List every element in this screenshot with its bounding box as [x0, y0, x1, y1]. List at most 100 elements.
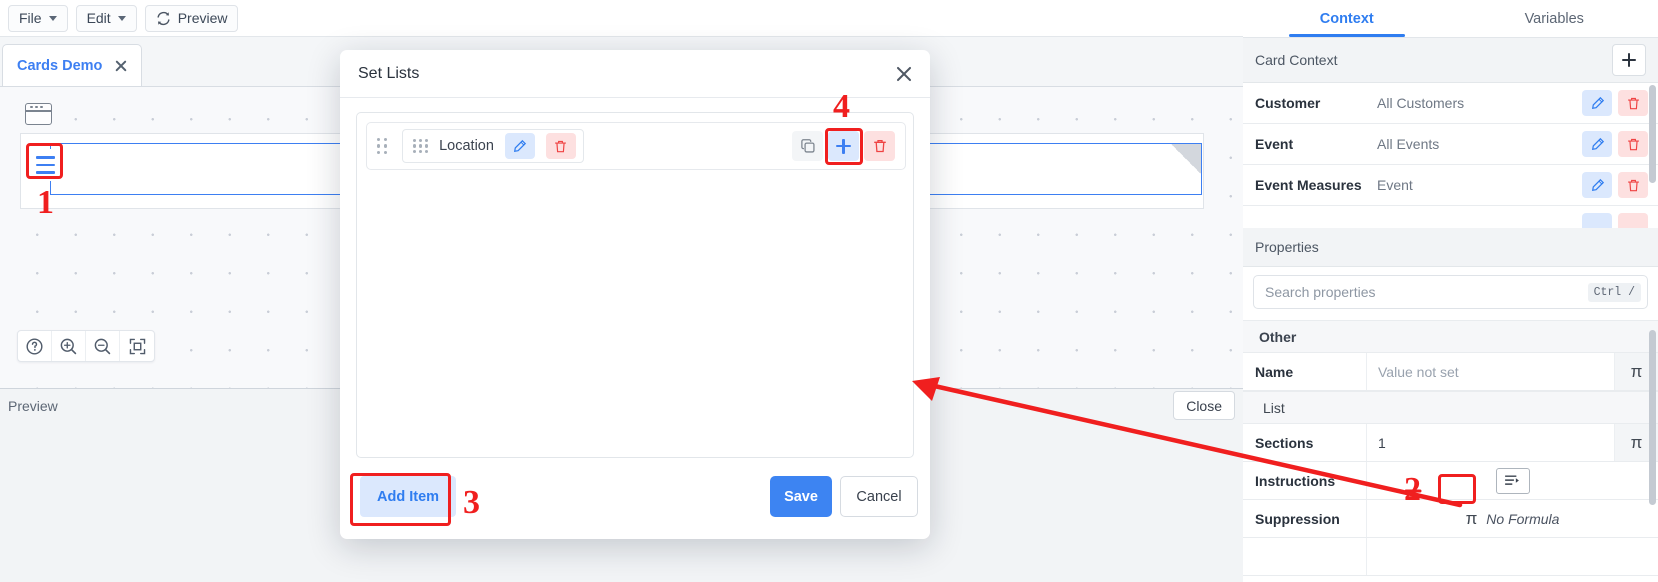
location-chip[interactable]: Location: [402, 129, 584, 163]
edit-context-button[interactable]: [1582, 213, 1612, 228]
item-row-delete-button[interactable]: [864, 131, 895, 161]
list-item[interactable]: Location: [366, 122, 906, 170]
pencil-icon: [514, 139, 527, 152]
card-context-list: Customer All Customers Event All Events: [1243, 83, 1658, 228]
delete-item-button[interactable]: [545, 133, 576, 159]
context-row-name: Event Measures: [1255, 177, 1362, 193]
property-group-other: Other: [1243, 320, 1658, 353]
delete-context-button[interactable]: [1618, 90, 1648, 116]
search-properties-field[interactable]: Ctrl /: [1253, 275, 1648, 309]
items-container: Location: [356, 112, 914, 458]
property-label: Suppression: [1243, 500, 1367, 537]
property-value[interactable]: Value not set: [1367, 353, 1614, 390]
menu-bar: File Edit Preview: [0, 0, 1243, 37]
right-panel-tabs: Context Variables: [1243, 0, 1658, 38]
close-icon[interactable]: [895, 65, 912, 82]
property-row-instructions[interactable]: Instructions: [1243, 462, 1658, 500]
table-row[interactable]: Customer All Customers: [1243, 83, 1658, 124]
add-context-button[interactable]: [1612, 44, 1646, 76]
table-row[interactable]: Event Measures Event: [1243, 165, 1658, 206]
chevron-down-icon: [48, 15, 57, 21]
context-scrollbar[interactable]: [1649, 85, 1656, 183]
copy-item-button[interactable]: [792, 131, 823, 161]
property-label: Sections: [1243, 424, 1367, 461]
property-row-name[interactable]: Name Value not set π: [1243, 353, 1658, 391]
help-circle-icon[interactable]: [18, 331, 52, 361]
copy-icon: [800, 139, 815, 153]
trash-icon: [1627, 138, 1639, 150]
set-lists-dialog: Set Lists Location Add Item Save Cancel: [340, 50, 930, 539]
trash-icon: [1627, 179, 1639, 191]
properties-title: Properties: [1255, 239, 1319, 255]
plus-icon: [1622, 53, 1636, 67]
properties-scrollbar[interactable]: [1649, 330, 1656, 505]
property-value: No Formula: [1486, 510, 1560, 527]
tab-context[interactable]: Context: [1243, 0, 1451, 37]
search-input[interactable]: [1265, 284, 1588, 300]
add-item-button[interactable]: Add Item: [360, 476, 457, 517]
properties-header: Properties: [1243, 228, 1658, 267]
file-menu-button[interactable]: File: [8, 4, 68, 32]
right-panel: Context Variables Card Context Customer …: [1243, 0, 1658, 582]
fit-to-screen-icon[interactable]: [120, 331, 154, 361]
property-value[interactable]: 1: [1367, 424, 1614, 461]
dialog-header: Set Lists: [340, 50, 930, 98]
trash-icon: [873, 139, 886, 153]
instructions-edit-button[interactable]: [1495, 467, 1530, 494]
card-context-title: Card Context: [1255, 52, 1338, 68]
property-row-suppression[interactable]: Suppression π No Formula: [1243, 500, 1658, 538]
pencil-icon: [1591, 137, 1604, 150]
preview-button-label: Preview: [177, 10, 228, 26]
edit-context-button[interactable]: [1582, 172, 1612, 198]
corner-fold-icon: [1171, 144, 1201, 174]
close-icon[interactable]: [114, 59, 127, 72]
list-edit-icon: [1504, 475, 1519, 485]
property-label: Name: [1243, 353, 1367, 390]
window-icon: [25, 103, 52, 125]
plus-icon: [836, 138, 851, 154]
search-shortcut-badge: Ctrl /: [1587, 282, 1641, 302]
property-row-partial[interactable]: [1243, 538, 1658, 576]
canvas-list-widget-icon[interactable]: [29, 149, 61, 181]
window-icon-dots: [30, 105, 43, 109]
canvas-toolbar: [17, 330, 155, 362]
card-context-header: Card Context: [1243, 38, 1658, 83]
table-row[interactable]: Event All Events: [1243, 124, 1658, 165]
edit-item-button[interactable]: [504, 133, 535, 159]
refresh-icon: [157, 11, 170, 25]
chevron-down-icon: [117, 15, 126, 21]
cancel-button[interactable]: Cancel: [840, 476, 918, 517]
tab-label: Cards Demo: [17, 57, 103, 74]
edit-context-button[interactable]: [1582, 90, 1612, 116]
dialog-title: Set Lists: [358, 64, 420, 82]
file-menu-label: File: [19, 10, 42, 26]
save-button[interactable]: Save: [770, 476, 832, 517]
preview-pane-label: Preview: [8, 398, 58, 414]
trash-icon: [1627, 97, 1639, 109]
preview-close-button[interactable]: Close: [1173, 391, 1235, 420]
delete-context-button[interactable]: [1618, 172, 1648, 198]
edit-menu-button[interactable]: Edit: [75, 4, 137, 32]
edit-context-button[interactable]: [1582, 131, 1612, 157]
tab-variables[interactable]: Variables: [1451, 0, 1658, 37]
table-row-partial[interactable]: [1243, 206, 1658, 228]
drag-grid-icon[interactable]: [413, 138, 429, 154]
context-row-value: All Customers: [1377, 95, 1465, 111]
drag-handle-icon[interactable]: [377, 137, 388, 155]
zoom-out-icon[interactable]: [86, 331, 120, 361]
edit-menu-label: Edit: [86, 10, 111, 26]
delete-context-button[interactable]: [1618, 131, 1648, 157]
pi-formula-icon: π: [1465, 508, 1478, 528]
zoom-in-icon[interactable]: [52, 331, 86, 361]
context-row-name: Customer: [1255, 95, 1321, 111]
property-label: Instructions: [1243, 462, 1367, 499]
pencil-icon: [1591, 96, 1604, 109]
context-row-name: Event: [1255, 136, 1294, 152]
tab-cards-demo[interactable]: Cards Demo: [2, 44, 143, 86]
item-add-button[interactable]: [828, 131, 859, 161]
pencil-icon: [1591, 178, 1604, 191]
item-row-actions: [792, 131, 895, 161]
property-row-sections[interactable]: Sections 1 π: [1243, 424, 1658, 462]
preview-button[interactable]: Preview: [144, 4, 239, 32]
delete-context-button[interactable]: [1618, 213, 1648, 228]
